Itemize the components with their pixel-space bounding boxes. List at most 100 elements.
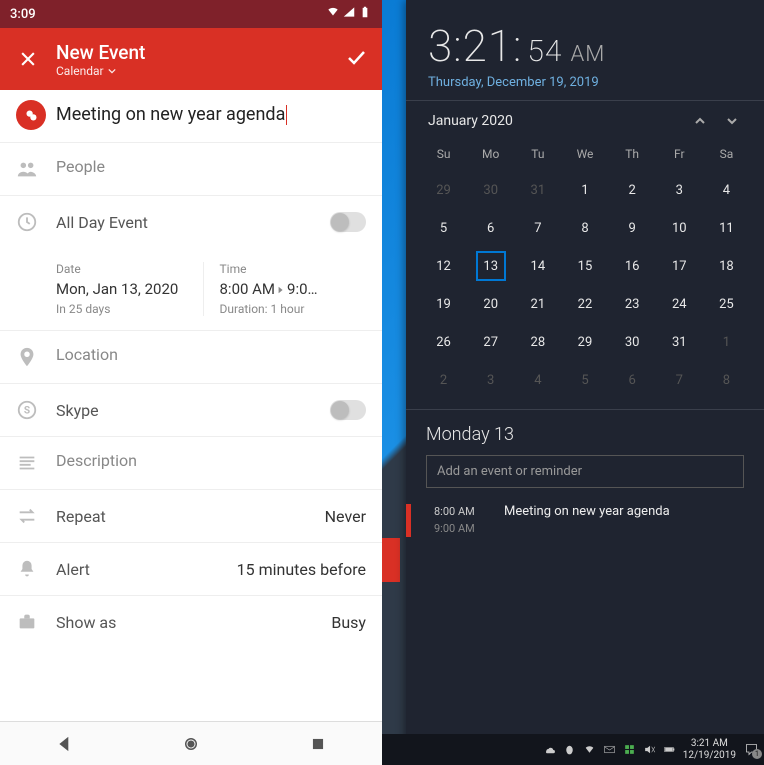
confirm-button[interactable]: [344, 45, 368, 73]
allday-label: All Day Event: [56, 213, 148, 232]
agenda-color-bar: [406, 504, 411, 537]
calendar-day[interactable]: 10: [656, 209, 703, 247]
chevron-down-icon: [108, 67, 116, 75]
tray-battery-icon[interactable]: [662, 743, 677, 756]
description-row[interactable]: Description: [0, 437, 382, 490]
datetime-row: Date Mon, Jan 13, 2020 In 25 days Time 8…: [0, 248, 382, 331]
calendar-day[interactable]: 3: [656, 171, 703, 209]
repeat-icon: [16, 504, 56, 528]
agenda-day-label: Monday 13: [426, 424, 744, 445]
calendar-day[interactable]: 27: [467, 323, 514, 361]
tray-security-icon[interactable]: [622, 743, 637, 756]
showas-value: Busy: [331, 613, 366, 632]
flyout-clock: 3:21:54 AM: [428, 20, 742, 72]
android-navbar: [0, 721, 382, 765]
calendar-day[interactable]: 28: [514, 323, 561, 361]
skype-toggle[interactable]: [330, 400, 366, 420]
calendar-day[interactable]: 17: [656, 247, 703, 285]
calendar-day[interactable]: 30: [467, 171, 514, 209]
event-title-input[interactable]: Meeting on new year agenda: [56, 104, 287, 125]
add-event-input[interactable]: Add an event or reminder: [426, 455, 744, 488]
taskbar-app-indicator[interactable]: [382, 538, 400, 582]
agenda-item[interactable]: 8:00 AM 9:00 AM Meeting on new year agen…: [426, 504, 744, 537]
nav-home[interactable]: [161, 735, 221, 753]
calendar-day[interactable]: 29: [561, 323, 608, 361]
calendar-day[interactable]: 31: [514, 171, 561, 209]
people-row[interactable]: People: [0, 143, 382, 196]
people-icon: [16, 157, 56, 181]
calendar-selector[interactable]: Calendar: [56, 64, 344, 78]
dow-label: Fr: [656, 141, 703, 171]
calendar-day[interactable]: 12: [420, 247, 467, 285]
location-row[interactable]: Location: [0, 331, 382, 384]
skype-row: S Skype: [0, 384, 382, 437]
nav-recent[interactable]: [288, 735, 348, 753]
date-picker[interactable]: Date Mon, Jan 13, 2020 In 25 days: [56, 262, 203, 316]
repeat-row[interactable]: Repeat Never: [0, 490, 382, 543]
month-next[interactable]: [722, 111, 742, 131]
calendar-day[interactable]: 24: [656, 285, 703, 323]
calendar-day[interactable]: 31: [656, 323, 703, 361]
flyout-date-link[interactable]: Thursday, December 19, 2019: [428, 75, 742, 90]
calendar-day[interactable]: 13: [467, 247, 514, 285]
calendar-day[interactable]: 3: [467, 361, 514, 399]
nav-back[interactable]: [34, 735, 94, 753]
taskbar-clock[interactable]: 3:21 AM 12/19/2019: [683, 738, 736, 762]
allday-toggle[interactable]: [330, 212, 366, 232]
tray-cloud-icon[interactable]: [542, 743, 557, 756]
month-prev[interactable]: [690, 111, 710, 131]
clock-icon: [16, 210, 56, 234]
calendar-day[interactable]: 2: [420, 361, 467, 399]
calendar-day[interactable]: 5: [561, 361, 608, 399]
time-picker[interactable]: Time 8:00 AM 9:0… Duration: 1 hour: [203, 262, 367, 316]
calendar-day[interactable]: 21: [514, 285, 561, 323]
calendar-day[interactable]: 4: [703, 171, 750, 209]
calendar-day[interactable]: 5: [420, 209, 467, 247]
calendar-day[interactable]: 2: [609, 171, 656, 209]
calendar-day[interactable]: 1: [703, 323, 750, 361]
calendar-day[interactable]: 18: [703, 247, 750, 285]
calendar-day[interactable]: 6: [467, 209, 514, 247]
calendar-day[interactable]: 30: [609, 323, 656, 361]
calendar-day[interactable]: 25: [703, 285, 750, 323]
calendar-day[interactable]: 8: [561, 209, 608, 247]
briefcase-icon: [16, 610, 56, 634]
skype-label: Skype: [56, 401, 99, 420]
close-button[interactable]: [14, 49, 42, 69]
people-placeholder: People: [56, 157, 105, 176]
tray-wifi-icon[interactable]: [582, 743, 597, 756]
title-row: Meeting on new year agenda: [0, 90, 382, 143]
calendar-day[interactable]: 7: [656, 361, 703, 399]
calendar-day[interactable]: 1: [561, 171, 608, 209]
dow-label: Tu: [514, 141, 561, 171]
calendar-day[interactable]: 29: [420, 171, 467, 209]
description-icon: [16, 451, 56, 475]
calendar-day[interactable]: 7: [514, 209, 561, 247]
svg-text:S: S: [24, 406, 30, 417]
calendar-day[interactable]: 6: [609, 361, 656, 399]
calendar-day[interactable]: 14: [514, 247, 561, 285]
signal-icon: [342, 5, 356, 23]
calendar-day[interactable]: 20: [467, 285, 514, 323]
calendar-day[interactable]: 8: [703, 361, 750, 399]
tray-volume-icon[interactable]: [642, 743, 657, 756]
calendar-day[interactable]: 23: [609, 285, 656, 323]
status-time: 3:09: [10, 7, 36, 22]
calendar-day[interactable]: 26: [420, 323, 467, 361]
calendar-day[interactable]: 4: [514, 361, 561, 399]
calendar-day[interactable]: 11: [703, 209, 750, 247]
action-center-icon[interactable]: 1: [742, 742, 760, 757]
taskbar: 3:21 AM 12/19/2019 1: [382, 734, 764, 765]
tray-mail-icon[interactable]: [602, 743, 617, 756]
alert-row[interactable]: Alert 15 minutes before: [0, 543, 382, 596]
calendar-day[interactable]: 9: [609, 209, 656, 247]
calendar-flyout: 3:21:54 AM Thursday, December 19, 2019 J…: [406, 0, 764, 765]
calendar-day[interactable]: 19: [420, 285, 467, 323]
calendar-day[interactable]: 15: [561, 247, 608, 285]
dow-label: We: [561, 141, 608, 171]
tray-penguin-icon[interactable]: [562, 743, 577, 756]
month-selector[interactable]: January 2020: [428, 113, 513, 129]
calendar-day[interactable]: 16: [609, 247, 656, 285]
showas-row[interactable]: Show as Busy: [0, 596, 382, 648]
calendar-day[interactable]: 22: [561, 285, 608, 323]
